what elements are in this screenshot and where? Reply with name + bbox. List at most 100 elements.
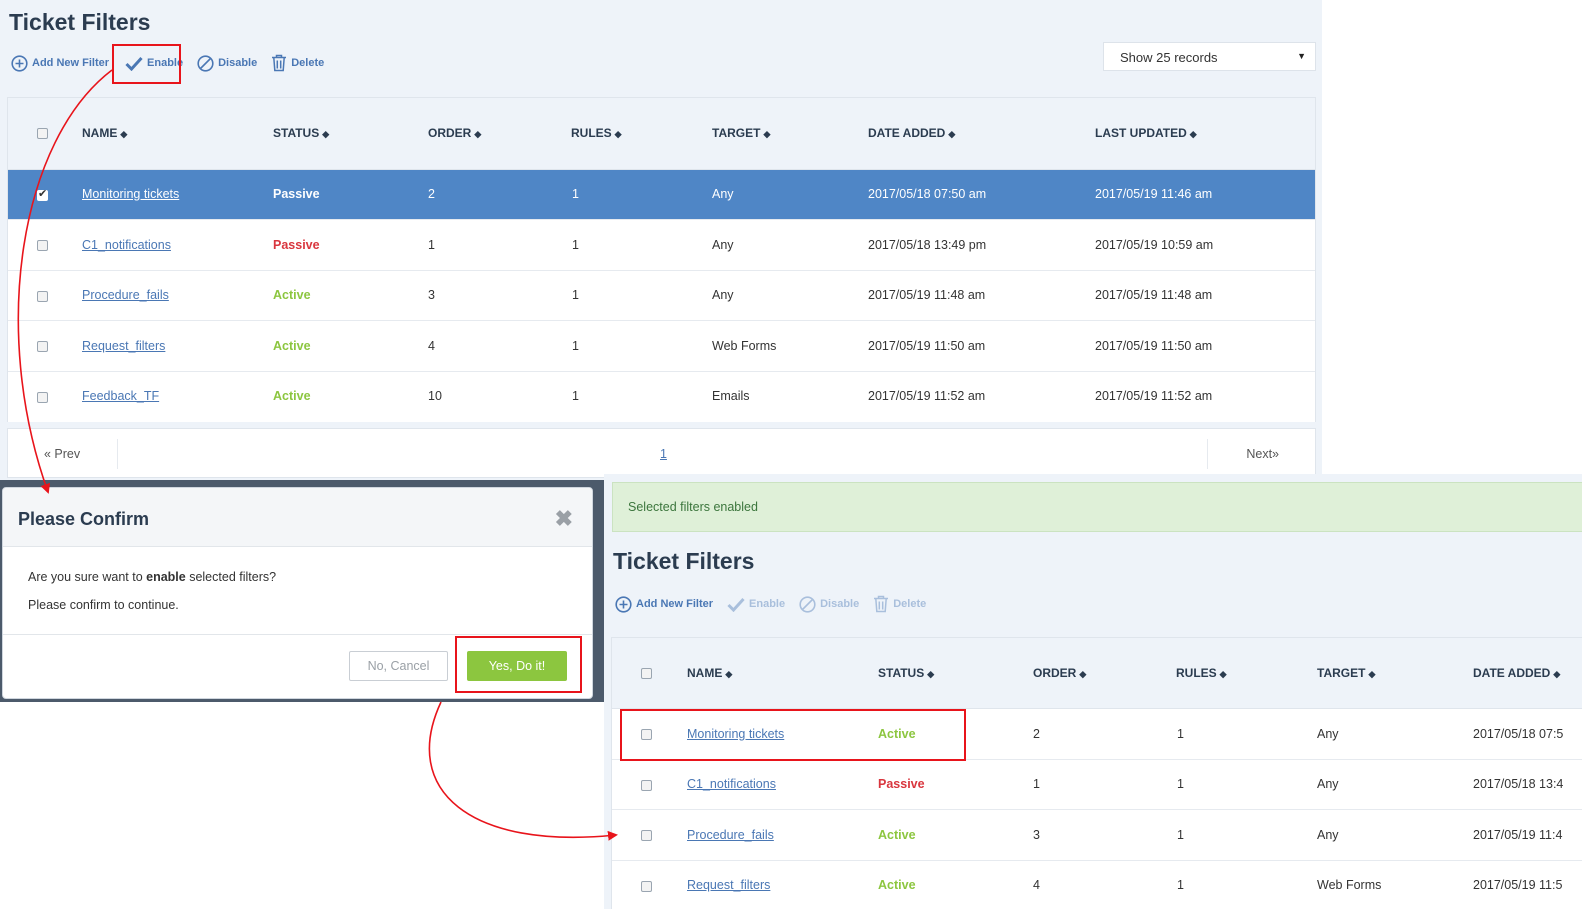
next-page-link[interactable]: Next» [1246,447,1279,461]
row-checkbox[interactable] [37,240,48,251]
col-date-added-header[interactable]: DATE ADDED ◆ [1473,666,1560,680]
status-cell: Active [273,288,311,302]
records-per-page-select[interactable]: Show 25 records ▼ [1103,42,1316,71]
row-checkbox[interactable] [641,780,652,791]
disable-button[interactable]: Disable [799,595,860,613]
confirm-highlight-box [455,636,582,693]
disable-button[interactable]: Disable [197,54,257,72]
rules-cell: 1 [572,187,579,201]
table-row[interactable]: C1_notifications Passive 1 1 Any 2017/05… [8,220,1315,271]
sort-icon: ◆ [120,129,128,139]
rules-cell: 1 [572,238,579,252]
prev-page-link[interactable]: « Prev [44,447,80,461]
dialog-message-start: Are you sure want to [28,570,147,584]
select-all-checkbox[interactable] [37,128,48,139]
col-status-header[interactable]: STATUS ◆ [878,666,934,680]
order-cell: 1 [428,238,435,252]
delete-button[interactable]: Delete [271,54,324,72]
status-cell: Passive [273,187,320,201]
order-cell: 3 [428,288,435,302]
delete-label: Delete [291,57,325,69]
table-row[interactable]: Procedure_fails Active 3 1 Any 2017/05/1… [8,271,1315,321]
filter-name-link[interactable]: Procedure_fails [687,828,774,842]
col-rules-header[interactable]: RULES ◆ [571,126,622,140]
table-row[interactable]: Request_filters Active 4 1 Web Forms 201… [8,321,1315,372]
filter-name-link[interactable]: Procedure_fails [82,288,169,302]
records-select-value: Show 25 records [1120,50,1218,65]
col-status-header[interactable]: STATUS ◆ [273,126,329,140]
row-checkbox[interactable] [37,392,48,403]
cancel-button[interactable]: No, Cancel [349,651,448,681]
ticket-filters-before-panel: Ticket Filters Add New Filter Enable Dis… [0,0,1322,480]
delete-button[interactable]: Delete [873,595,926,613]
target-cell: Any [712,288,734,302]
last-updated-cell: 2017/05/19 11:48 am [1095,288,1213,302]
col-label: ORDER [1033,666,1077,680]
col-label: DATE ADDED [868,126,946,140]
col-target-header[interactable]: TARGET ◆ [1317,666,1375,680]
last-updated-cell: 2017/05/19 10:59 am [1095,238,1214,252]
dialog-header: Please Confirm ✖ [3,488,592,547]
sort-icon: ◆ [1079,669,1087,679]
rules-cell: 1 [1177,777,1184,791]
divider [1207,439,1208,469]
status-cell: Passive [878,777,925,791]
col-name-header[interactable]: NAME ◆ [82,126,127,140]
row-checkbox[interactable] [37,291,48,302]
col-last-updated-header[interactable]: LAST UPDATED ◆ [1095,126,1197,140]
filter-name-link[interactable]: Feedback_TF [82,389,159,403]
row-checkbox[interactable] [641,881,652,892]
filter-name-link[interactable]: Request_filters [687,878,770,892]
col-date-added-header[interactable]: DATE ADDED ◆ [868,126,955,140]
rules-cell: 1 [572,288,579,302]
rules-cell: 1 [1177,878,1184,892]
table-row[interactable]: Feedback_TF Active 10 1 Emails 2017/05/1… [8,372,1315,422]
trash-icon [272,54,287,72]
filter-name-link[interactable]: Monitoring tickets [82,187,179,201]
col-order-header[interactable]: ORDER ◆ [428,126,481,140]
sort-icon: ◆ [763,129,771,139]
rules-cell: 1 [1177,727,1184,741]
select-all-checkbox[interactable] [641,668,652,679]
sort-icon: ◆ [948,129,956,139]
col-order-header[interactable]: ORDER ◆ [1033,666,1086,680]
table-row[interactable]: C1_notifications Passive 1 1 Any 2017/05… [612,760,1582,810]
table-row[interactable]: Request_filters Active 4 1 Web Forms 201… [612,861,1582,909]
order-cell: 1 [1033,777,1040,791]
col-target-header[interactable]: TARGET ◆ [712,126,770,140]
table-row[interactable]: Procedure_fails Active 3 1 Any 2017/05/1… [612,810,1582,861]
disable-label: Disable [820,598,860,610]
date-added-cell: 2017/05/19 11:52 am [868,389,986,403]
target-cell: Any [712,187,734,201]
add-new-filter-button[interactable]: Add New Filter [11,54,109,72]
target-cell: Emails [712,389,750,403]
table-row[interactable]: Monitoring tickets Passive 2 1 Any 2017/… [8,170,1315,220]
filter-name-link[interactable]: Request_filters [82,339,165,353]
target-cell: Any [1317,777,1339,791]
row-checkbox[interactable] [641,830,652,841]
filter-name-link[interactable]: C1_notifications [687,777,776,791]
col-label: NAME [687,666,723,680]
close-icon[interactable]: ✖ [555,506,573,532]
ticket-filters-after-panel: Selected filters enabled Ticket Filters … [604,474,1582,909]
sort-icon: ◆ [1189,129,1197,139]
enable-button[interactable]: Enable [727,597,785,612]
status-cell: Active [273,339,311,353]
page-number-link[interactable]: 1 [660,447,667,461]
sort-icon: ◆ [1368,669,1376,679]
target-cell: Web Forms [1317,878,1382,892]
check-icon [727,597,745,612]
filter-name-link[interactable]: C1_notifications [82,238,171,252]
add-new-filter-button[interactable]: Add New Filter [615,595,713,613]
row-checkbox[interactable] [37,187,48,201]
delete-label: Delete [893,598,927,610]
ban-icon [197,54,214,72]
add-circle-icon [615,595,632,613]
row-checkbox[interactable] [37,341,48,352]
col-name-header[interactable]: NAME ◆ [687,666,732,680]
filters-table: NAME ◆ STATUS ◆ ORDER ◆ RULES ◆ TARGET ◆ DATE… [7,97,1316,422]
col-rules-header[interactable]: RULES ◆ [1176,666,1227,680]
sort-icon: ◆ [322,129,330,139]
date-added-cell: 2017/05/19 11:48 am [868,288,986,302]
page-title: Ticket Filters [9,9,151,35]
